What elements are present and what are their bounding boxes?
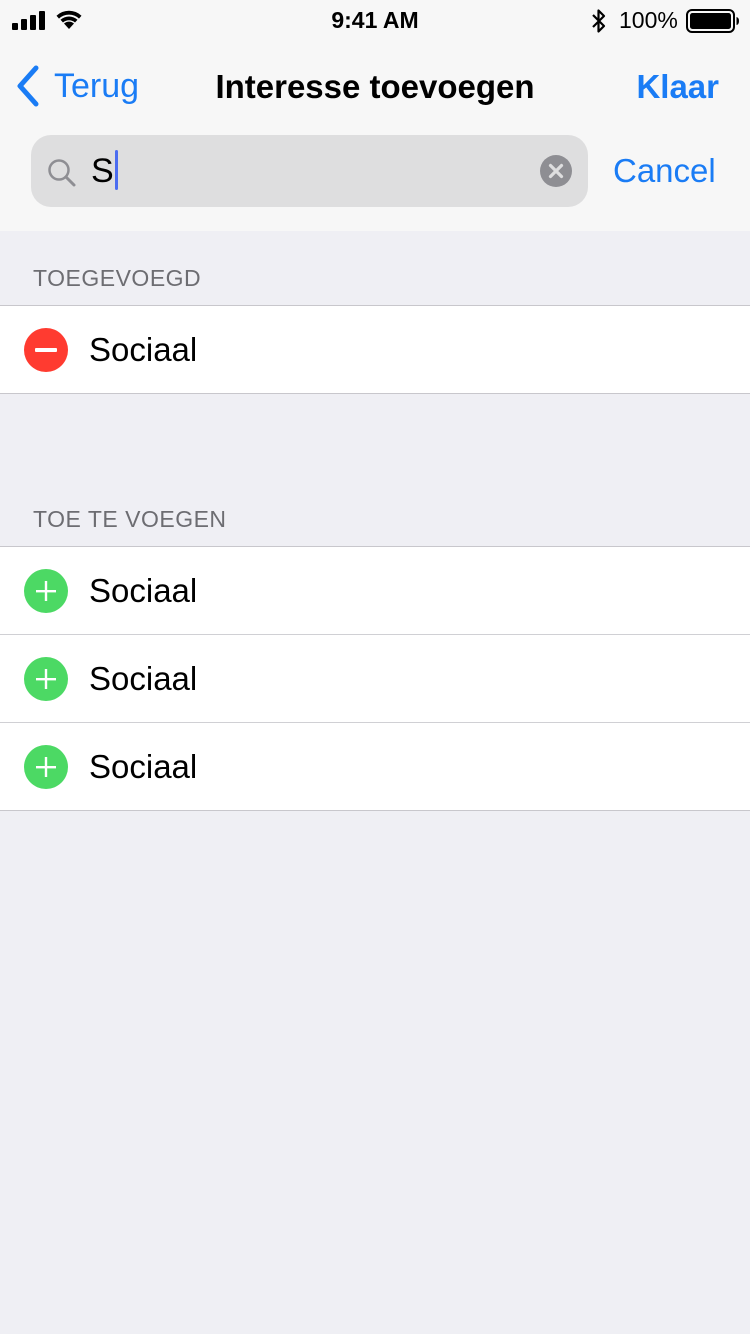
- status-bar: 9:41 AM 100%: [0, 0, 750, 40]
- text-cursor: [115, 150, 118, 190]
- battery-percent: 100%: [619, 7, 678, 33]
- battery-icon: [686, 9, 739, 33]
- remove-circle-icon[interactable]: [24, 328, 68, 372]
- added-list: Sociaal: [0, 305, 750, 394]
- to-add-list: Sociaal Sociaal Sociaal: [0, 546, 750, 811]
- list-item[interactable]: Sociaal: [0, 306, 750, 393]
- add-circle-icon[interactable]: [24, 569, 68, 613]
- list-item-label: Sociaal: [89, 572, 198, 609]
- search-input[interactable]: S: [31, 135, 588, 207]
- list-item-label: Sociaal: [89, 748, 198, 785]
- list-item[interactable]: Sociaal: [0, 547, 750, 634]
- navigation-bar: Terug Interesse toevoegen Klaar: [0, 40, 750, 130]
- done-button[interactable]: Klaar: [636, 68, 719, 106]
- section-header-to-add: TOE TE VOEGEN: [33, 506, 227, 532]
- add-circle-icon[interactable]: [24, 657, 68, 701]
- cancel-button[interactable]: Cancel: [613, 152, 716, 190]
- list-item-label: Sociaal: [89, 660, 198, 697]
- add-circle-icon[interactable]: [24, 745, 68, 789]
- bluetooth-icon: [592, 9, 606, 33]
- search-value: S: [91, 152, 114, 190]
- list-item[interactable]: Sociaal: [0, 634, 750, 722]
- search-icon: [48, 159, 76, 187]
- clear-icon[interactable]: [540, 155, 572, 187]
- list-item-label: Sociaal: [89, 331, 198, 368]
- list-item[interactable]: Sociaal: [0, 722, 750, 810]
- section-header-added: TOEGEVOEGD: [33, 265, 202, 291]
